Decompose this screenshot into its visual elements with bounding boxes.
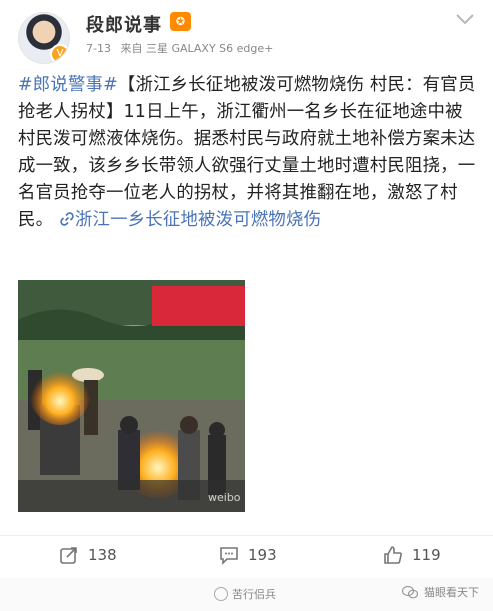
chevron-down-icon[interactable] <box>455 12 475 26</box>
footer-right-text: 猫眼看天下 <box>424 586 479 599</box>
footer-center-text: 苦行侣兵 <box>232 588 276 601</box>
weibo-logo-icon <box>214 587 228 601</box>
article-link[interactable]: 浙江一乡长征地被泼可燃物烧伤 <box>75 210 321 230</box>
thumbs-up-icon <box>384 546 402 564</box>
post-meta: 7-13 来自 三星 GALAXY S6 edge+ <box>86 40 273 56</box>
post-content: #郎说警事#【浙江乡长征地被泼可燃物烧伤 村民：有官员抢老人拐杖】11日上午，浙… <box>18 72 476 234</box>
comment-count: 193 <box>248 546 277 564</box>
author-name[interactable]: 段郎说事 <box>86 11 162 37</box>
protest-banner <box>152 286 245 326</box>
post-text: 【浙江乡长征地被泼可燃物烧伤 村民：有官员抢老人拐杖】11日上午，浙江衢州一名乡… <box>18 75 476 230</box>
action-bar: 138 193 119 <box>0 535 493 574</box>
comment-button[interactable]: 193 <box>218 544 277 566</box>
repost-button[interactable]: 138 <box>58 544 117 566</box>
like-count: 119 <box>412 546 441 564</box>
post-date: 7-13 <box>86 42 111 55</box>
post-header: V 段郎说事 ✪ 7-13 来自 三星 GALAXY S6 edge+ <box>0 0 493 66</box>
verified-badge-icon: V <box>50 44 69 63</box>
image-watermark: weibo <box>208 491 241 504</box>
footer-right: 猫眼看天下 <box>402 584 479 600</box>
wechat-icon <box>402 585 418 599</box>
hashtag-link[interactable]: #郎说警事# <box>18 75 118 95</box>
footer-center: 苦行侣兵 <box>214 586 276 602</box>
repost-count: 138 <box>88 546 117 564</box>
avatar[interactable]: V <box>18 12 70 64</box>
like-button[interactable]: 119 <box>382 544 441 566</box>
post-source: 来自 三星 GALAXY S6 edge+ <box>120 42 274 55</box>
repost-icon <box>60 547 77 564</box>
link-icon[interactable] <box>53 210 75 230</box>
vip-icon: ✪ <box>170 12 191 31</box>
post-image[interactable]: weibo <box>18 280 245 512</box>
comment-icon <box>220 547 238 565</box>
footer-watermark-bar: 苦行侣兵 猫眼看天下 <box>0 578 493 611</box>
